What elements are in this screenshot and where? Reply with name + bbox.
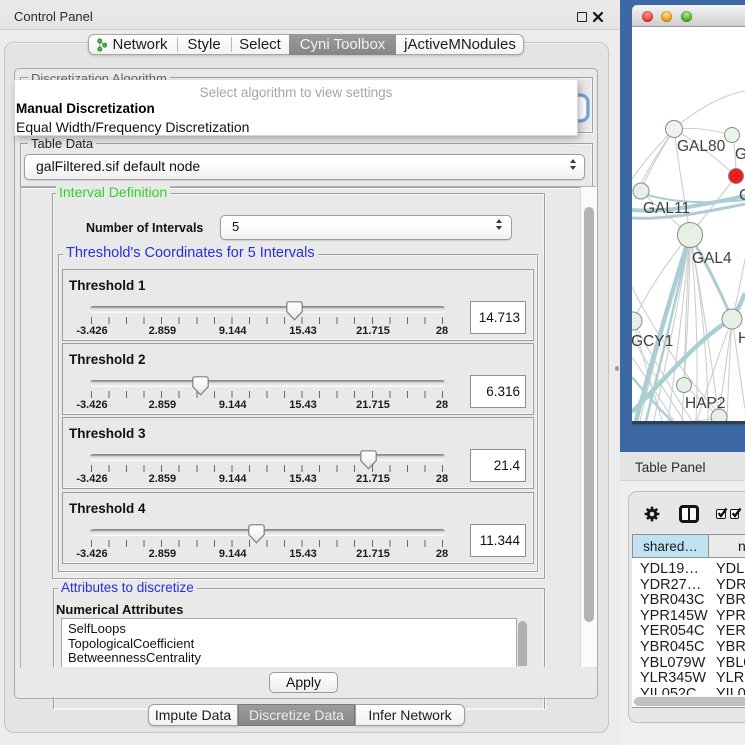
svg-text:GAL4: GAL4 xyxy=(692,250,732,267)
svg-text:GCY1: GCY1 xyxy=(632,333,673,350)
svg-text:HAP2: HAP2 xyxy=(685,395,726,412)
svg-text:GAL80: GAL80 xyxy=(677,138,726,155)
svg-text:H: H xyxy=(738,330,745,347)
svg-text:C: C xyxy=(739,187,745,204)
svg-text:GA: GA xyxy=(735,146,745,163)
svg-text:GAL11: GAL11 xyxy=(643,200,690,217)
